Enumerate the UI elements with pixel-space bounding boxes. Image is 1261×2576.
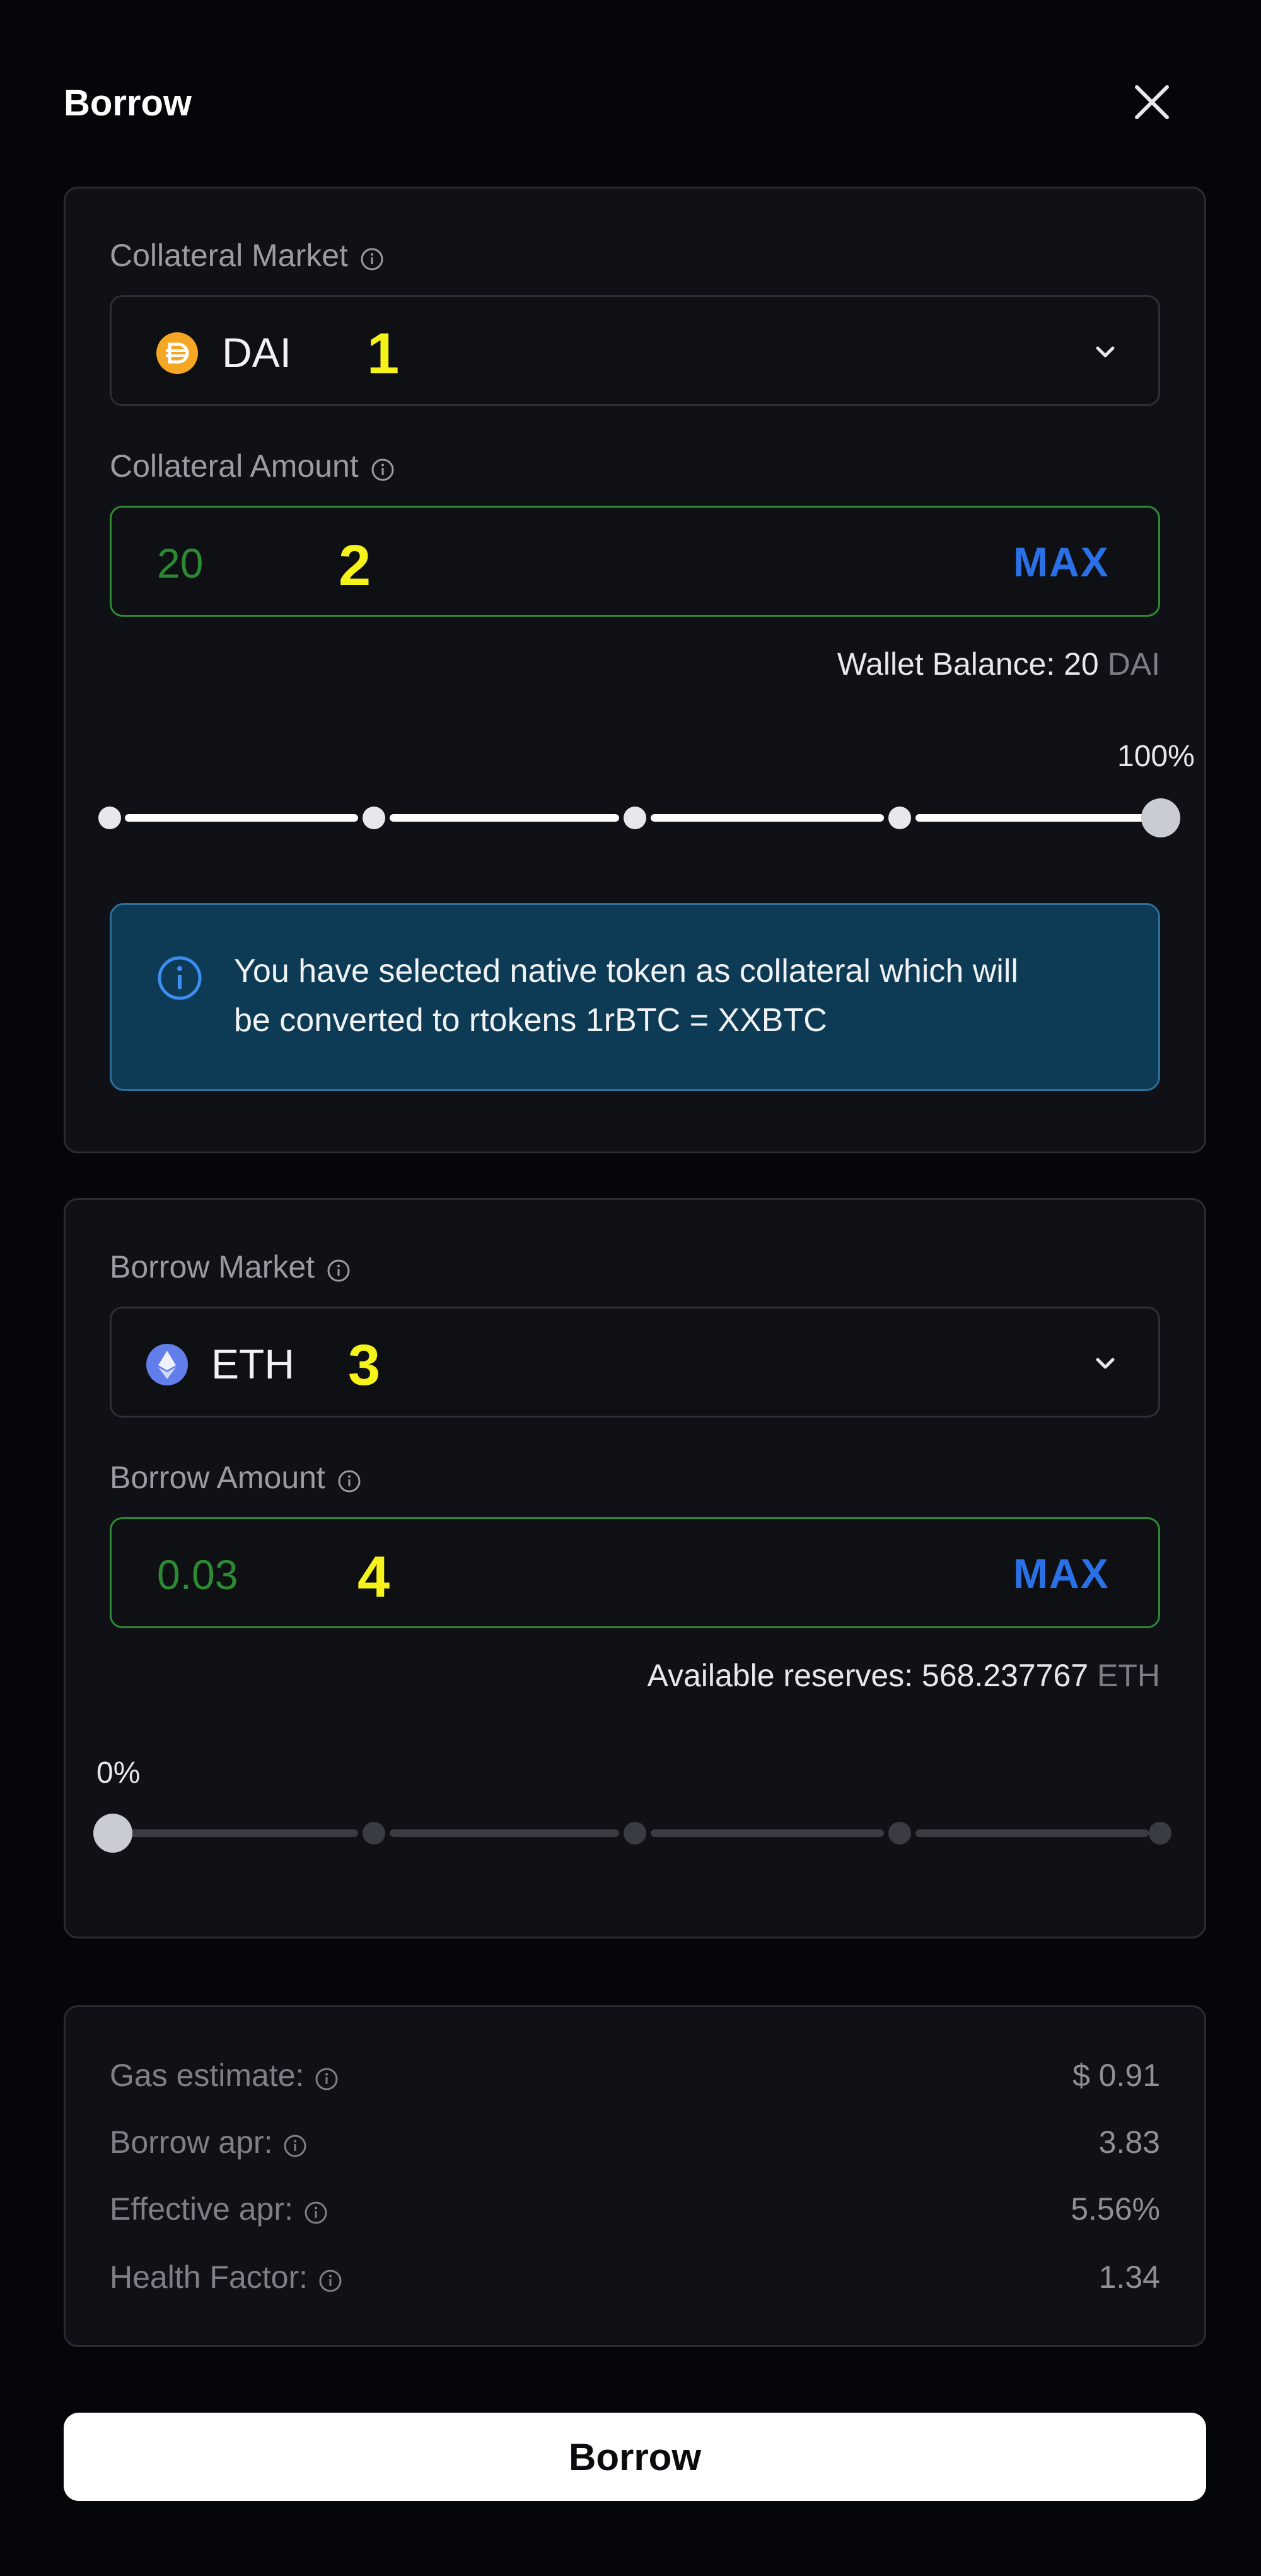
borrow-submit-button[interactable]: Borrow [64,2413,1206,2501]
dai-token-icon [156,332,199,375]
slider-step-dot[interactable] [888,807,911,829]
slider-step-dot[interactable] [888,1822,911,1845]
effective-apr-value: 5.56% [1071,2191,1160,2227]
annotation-4: 4 [357,1545,390,1609]
borrow-market-label: Borrow Market [110,1249,351,1285]
collateral-slider-thumb[interactable] [1141,798,1180,837]
collateral-slider-percent: 100% [1117,740,1195,773]
collateral-amount-value[interactable]: 20 [157,539,203,587]
slider-track-segment [915,814,1149,822]
slider-step-dot[interactable] [624,807,646,829]
borrow-slider[interactable] [93,1811,1179,1855]
available-reserves: Available reserves: 568.237767 ETH [647,1658,1160,1693]
slider-track-segment [390,1829,619,1837]
borrow-market-value: ETH [211,1341,294,1387]
slider-track-segment [125,1829,358,1837]
slider-step-dot[interactable] [363,1822,385,1845]
borrow-apr-label: Borrow apr: [110,2124,308,2160]
gas-estimate-value: $ 0.91 [1072,2058,1160,2093]
info-icon[interactable] [370,453,395,481]
borrow-slider-percent: 0% [96,1756,141,1790]
slider-step-dot[interactable] [1149,1822,1171,1845]
info-icon[interactable] [318,2264,343,2292]
borrow-max-button[interactable]: MAX [1013,1549,1110,1597]
annotation-2: 2 [339,533,371,598]
health-factor-label: Health Factor: [110,2259,343,2295]
chevron-down-icon [1093,342,1118,361]
chevron-down-icon [1093,1354,1118,1373]
slider-step-dot[interactable] [363,807,385,829]
annotation-1: 1 [367,322,400,386]
slider-step-dot[interactable] [98,807,121,829]
close-icon[interactable] [1132,82,1172,122]
borrow-amount-value[interactable]: 0.03 [157,1551,238,1599]
borrow-slider-thumb[interactable] [93,1814,132,1853]
health-factor-value: 1.34 [1098,2259,1160,2295]
borrow-amount-input[interactable]: 0.03 4 MAX [110,1517,1160,1628]
info-icon[interactable] [282,2130,308,2157]
slider-track-segment [915,1829,1149,1837]
annotation-3: 3 [348,1333,381,1397]
native-token-info-banner: You have selected native token as collat… [110,903,1160,1091]
collateral-amount-input[interactable]: 20 2 MAX [110,506,1160,617]
gas-estimate-label: Gas estimate: [110,2057,339,2094]
info-icon[interactable] [303,2196,328,2224]
modal-title: Borrow [64,83,192,124]
info-icon[interactable] [337,1465,362,1493]
collateral-market-label: Collateral Market [110,237,385,274]
slider-step-dot[interactable] [624,1822,646,1845]
slider-track-segment [390,814,619,822]
borrow-submit-label: Borrow [569,2435,701,2478]
collateral-max-button[interactable]: MAX [1013,538,1110,586]
info-icon[interactable] [359,243,385,271]
slider-track-segment [651,1829,884,1837]
borrow-apr-value: 3.83 [1098,2124,1160,2160]
collateral-slider[interactable] [95,796,1180,840]
slider-track-segment [651,814,884,822]
info-banner-text: You have selected native token as collat… [234,953,1018,1039]
slider-track-segment [125,814,358,822]
collateral-amount-label: Collateral Amount [110,448,395,484]
info-icon[interactable] [314,2063,339,2090]
info-icon [156,954,204,1002]
eth-token-icon [146,1343,189,1386]
collateral-market-value: DAI [222,329,292,376]
borrow-market-select[interactable]: ETH 3 [110,1307,1160,1418]
info-icon[interactable] [326,1254,351,1282]
collateral-market-select[interactable]: DAI 1 [110,295,1160,406]
wallet-balance: Wallet Balance: 20 DAI [837,646,1160,682]
borrow-amount-label: Borrow Amount [110,1459,362,1496]
effective-apr-label: Effective apr: [110,2191,328,2227]
